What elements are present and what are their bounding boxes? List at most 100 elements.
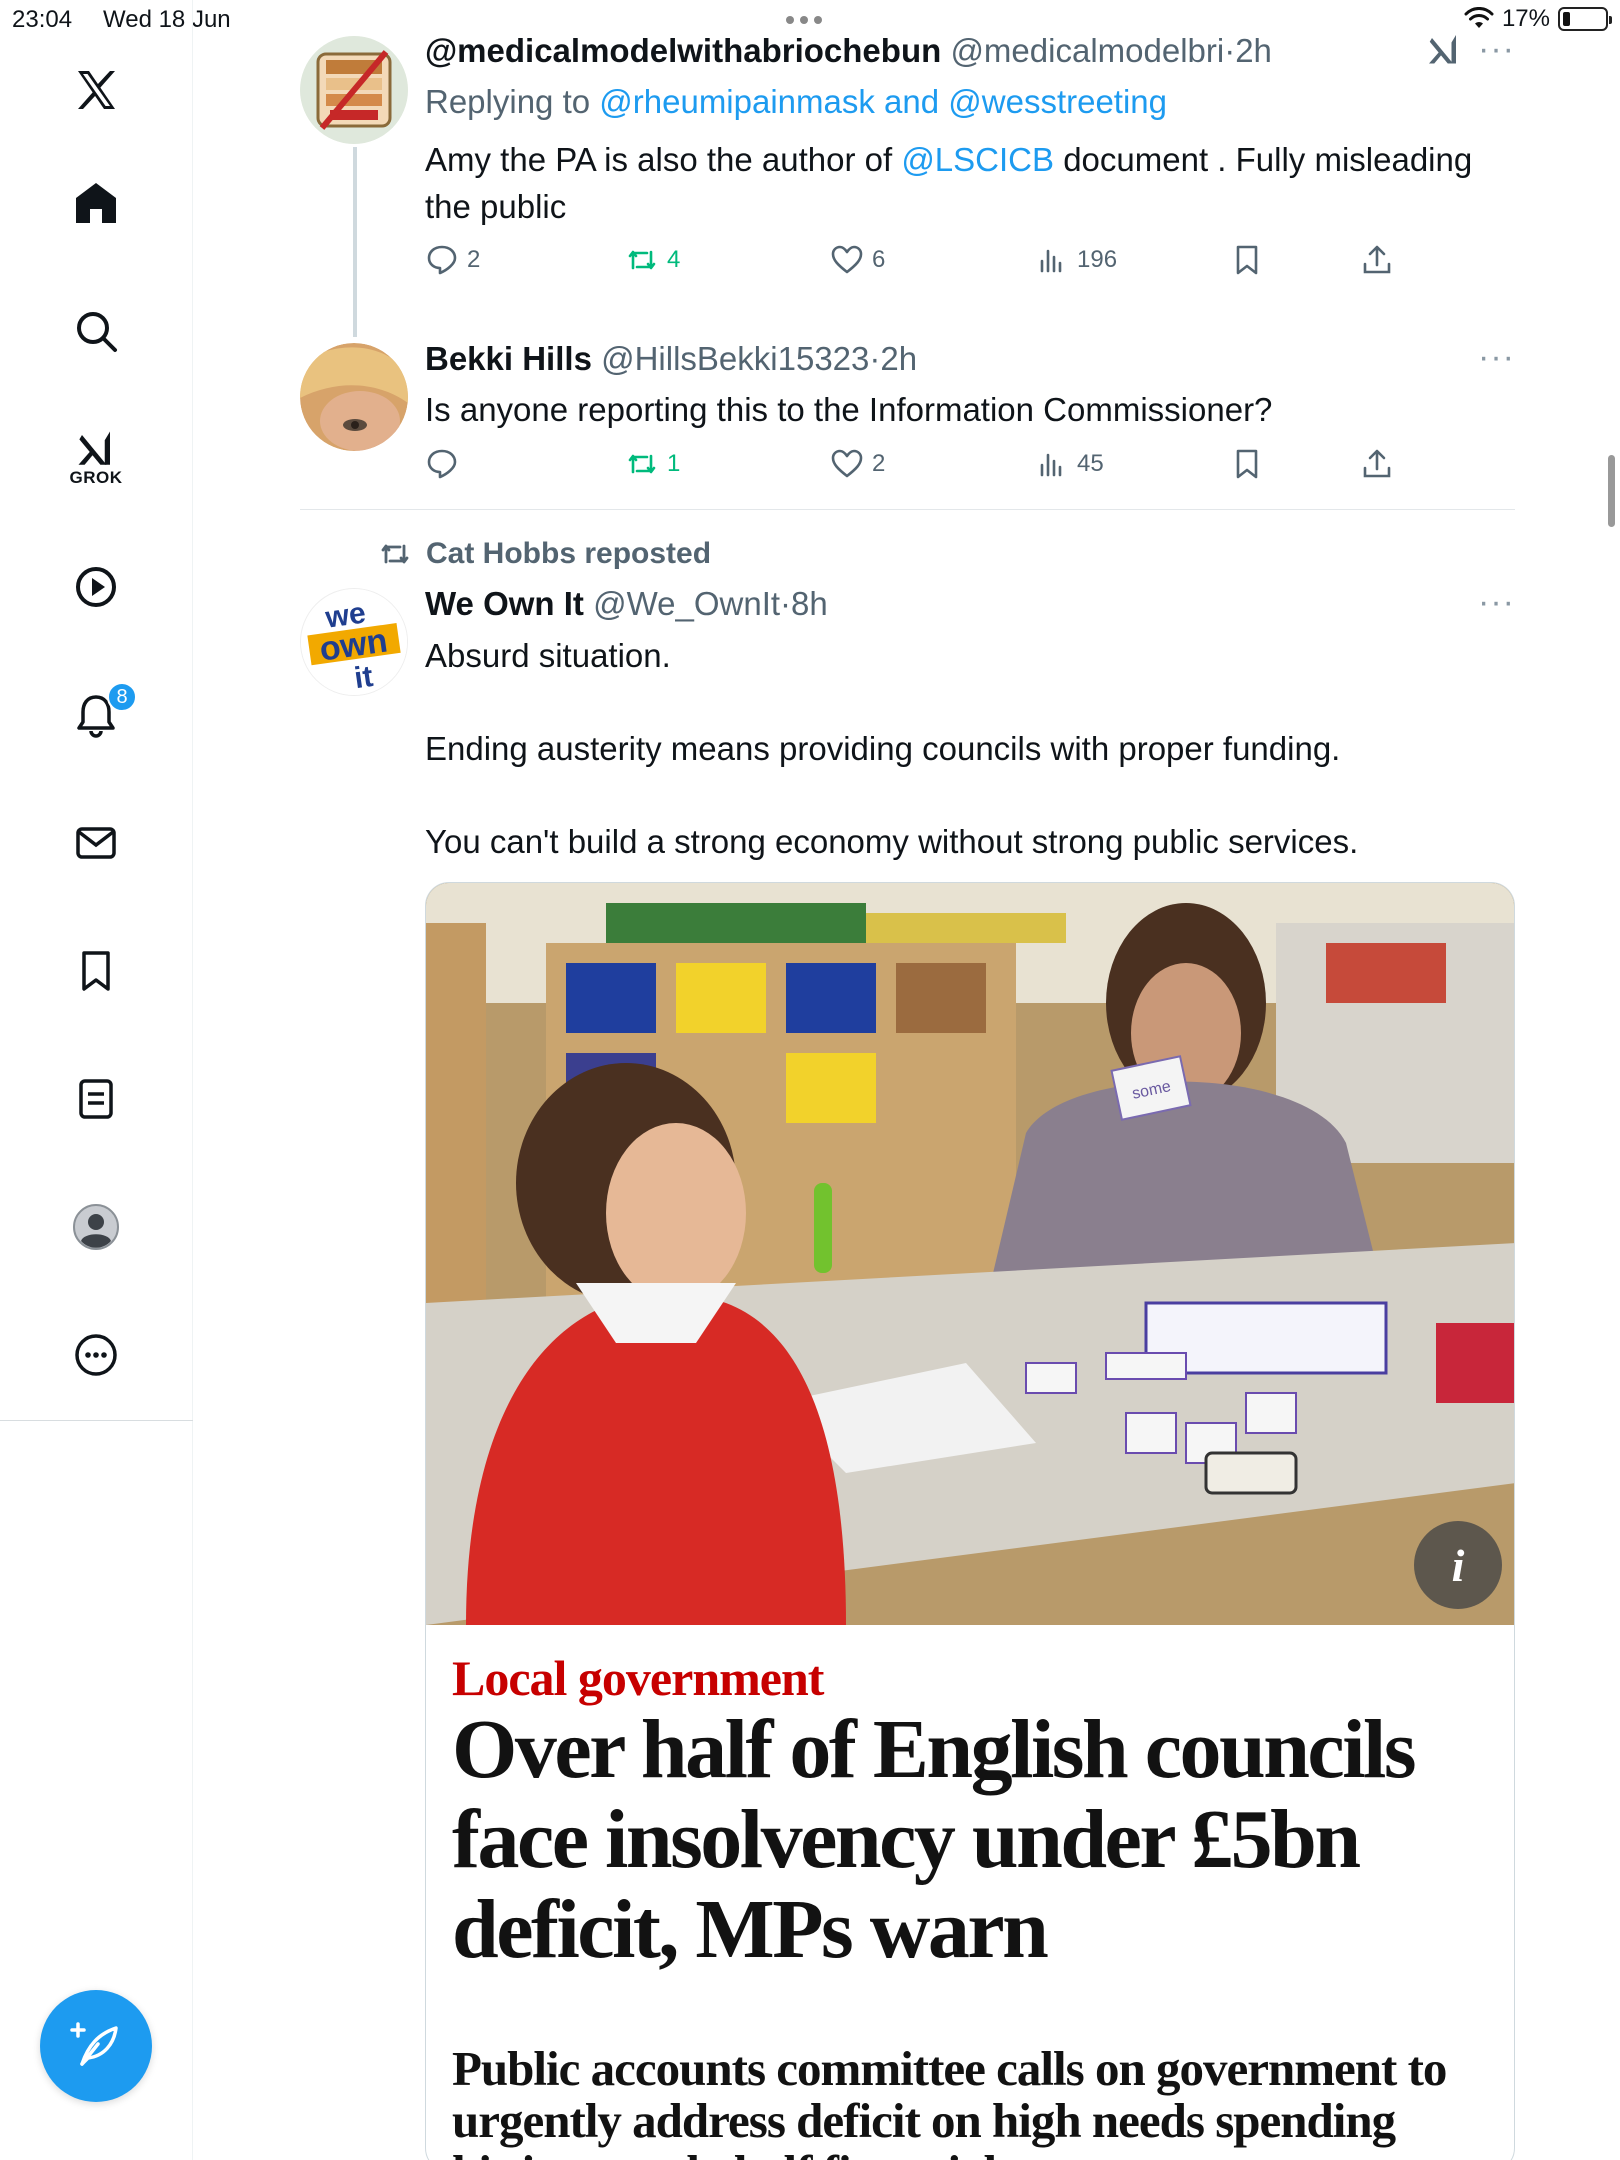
- share-icon: [1363, 245, 1391, 274]
- gmc-badge-avatar-icon: [300, 36, 408, 144]
- tweet-divider: [300, 509, 1515, 510]
- article-section-kicker: Local government: [452, 1650, 824, 1706]
- compose-button[interactable]: [40, 1990, 152, 2102]
- video-play-icon: [76, 567, 116, 607]
- avatar[interactable]: [300, 36, 408, 144]
- link-preview-card[interactable]: some i Local government Over half of Eng…: [425, 882, 1515, 2160]
- share-button[interactable]: [1360, 447, 1394, 481]
- article-image[interactable]: some i: [426, 883, 1514, 1625]
- like-button[interactable]: 6: [830, 243, 885, 277]
- wifi-icon: [1464, 7, 1494, 28]
- info-button[interactable]: i: [1414, 1521, 1502, 1609]
- sidebar-item-messages[interactable]: [56, 803, 136, 883]
- bookmark-button[interactable]: [1230, 447, 1264, 481]
- repost-button[interactable]: 4: [625, 243, 680, 277]
- tweet-header: We Own It @We_OwnIt·8h: [425, 585, 828, 623]
- reply-button[interactable]: [425, 447, 467, 481]
- bookmark-button[interactable]: [1230, 243, 1264, 277]
- grok-icon: [78, 431, 110, 465]
- sidebar-item-x-logo[interactable]: [56, 50, 136, 130]
- sidebar-divider: [0, 1420, 193, 1421]
- reply-targets-link[interactable]: @rheumipainmask and @wesstreeting: [599, 83, 1167, 120]
- sidebar-item-search[interactable]: [56, 291, 136, 371]
- share-button[interactable]: [1360, 243, 1394, 277]
- grok-icon: [1429, 35, 1456, 64]
- author-name[interactable]: @medicalmodelwithabriochebun: [425, 32, 941, 69]
- views-count: 196: [1077, 246, 1118, 273]
- timestamp[interactable]: 2h: [880, 340, 917, 377]
- like-button[interactable]: 2: [830, 447, 885, 481]
- reply-context: Replying to @rheumipainmask and @wesstre…: [425, 78, 1167, 125]
- sidebar-item-grok[interactable]: GROK: [56, 418, 136, 498]
- avatar[interactable]: [300, 343, 408, 451]
- author-name[interactable]: Bekki Hills: [425, 340, 592, 377]
- scrollbar[interactable]: [1608, 455, 1615, 527]
- grok-label: GROK: [69, 468, 123, 487]
- repost-icon: [381, 544, 409, 564]
- reply-icon: [427, 449, 457, 479]
- notifications-badge: 8: [107, 682, 137, 712]
- tweet-text-line: You can't build a strong economy without…: [425, 823, 1359, 860]
- more-circle-icon: [75, 1334, 117, 1376]
- author-handle[interactable]: @HillsBekki15323: [601, 340, 869, 377]
- views-button[interactable]: 45: [1035, 447, 1104, 481]
- sidebar-item-home[interactable]: [56, 163, 136, 243]
- repost-icon: [628, 250, 656, 270]
- timestamp[interactable]: 8h: [791, 585, 828, 622]
- replying-to-label: Replying to: [425, 83, 600, 120]
- battery-icon: [1558, 7, 1612, 31]
- separator-dot: ·: [869, 340, 881, 377]
- sidebar-item-lists[interactable]: [56, 1059, 136, 1139]
- battery-percent: 17%: [1501, 5, 1550, 32]
- reply-button[interactable]: 2: [425, 243, 480, 277]
- sidebar-item-notifications[interactable]: 8: [56, 675, 137, 755]
- compose-feather-icon: [70, 2022, 118, 2066]
- home-icon: [76, 183, 116, 223]
- sidebar-item-bookmarks[interactable]: [56, 931, 136, 1011]
- author-handle[interactable]: @We_OwnIt: [593, 585, 780, 622]
- heart-icon: [831, 245, 863, 274]
- bookmark-icon: [1236, 245, 1258, 275]
- tweet-text-part: Amy the PA is also the author of: [425, 141, 902, 178]
- more-options-icon[interactable]: ···: [1478, 338, 1515, 377]
- timestamp[interactable]: 2h: [1235, 32, 1272, 69]
- views-count: 45: [1077, 450, 1104, 477]
- views-button[interactable]: 196: [1035, 243, 1117, 277]
- share-icon: [1363, 449, 1391, 478]
- battery-level: [1563, 12, 1570, 26]
- reposted-by-label[interactable]: Cat Hobbs reposted: [426, 537, 711, 571]
- repost-count: 1: [667, 450, 681, 477]
- sidebar-item-profile[interactable]: [56, 1187, 136, 1267]
- tweet-text: Amy the PA is also the author of @LSCICB…: [425, 136, 1515, 230]
- heart-icon: [831, 449, 863, 478]
- bookmark-icon: [1236, 449, 1258, 479]
- more-options-icon[interactable]: ···: [1478, 583, 1515, 622]
- article-headline: Over half of English councils face insol…: [452, 1703, 1417, 1976]
- more-options-icon[interactable]: ···: [1478, 30, 1515, 69]
- x-logo-icon: [78, 71, 115, 109]
- tweet-text: Is anyone reporting this to the Informat…: [425, 391, 1273, 428]
- messages-envelope-icon: [76, 827, 116, 859]
- lists-icon: [79, 1079, 113, 1119]
- separator-dot: ·: [780, 585, 792, 622]
- mention-link[interactable]: @LSCICB: [901, 141, 1054, 178]
- article-standfirst: Public accounts committee calls on gover…: [452, 2041, 1447, 2160]
- user-photo-avatar-icon: [300, 343, 408, 451]
- classroom-photo: some: [426, 883, 1514, 1625]
- author-name[interactable]: We Own It: [425, 585, 584, 622]
- author-handle[interactable]: @medicalmodelbri: [950, 32, 1224, 69]
- tweet-actions: 1 2 45: [425, 447, 1515, 491]
- sidebar-item-more[interactable]: [56, 1315, 136, 1395]
- views-chart-icon: [1040, 249, 1062, 273]
- tweet-text-line: Absurd situation.: [425, 637, 671, 674]
- multitasking-dots-icon[interactable]: [786, 16, 822, 24]
- avatar[interactable]: we own it: [300, 588, 408, 696]
- grok-shortcut-button[interactable]: [1426, 32, 1462, 73]
- bookmarks-icon: [82, 951, 110, 991]
- repost-button[interactable]: 1: [625, 447, 680, 481]
- reply-count: 2: [467, 246, 481, 273]
- thread-line: [353, 147, 357, 337]
- tweet-actions: 2 4 6 196: [425, 243, 1515, 287]
- sidebar-item-video[interactable]: [56, 547, 136, 627]
- status-indicators: 17%: [1464, 5, 1612, 33]
